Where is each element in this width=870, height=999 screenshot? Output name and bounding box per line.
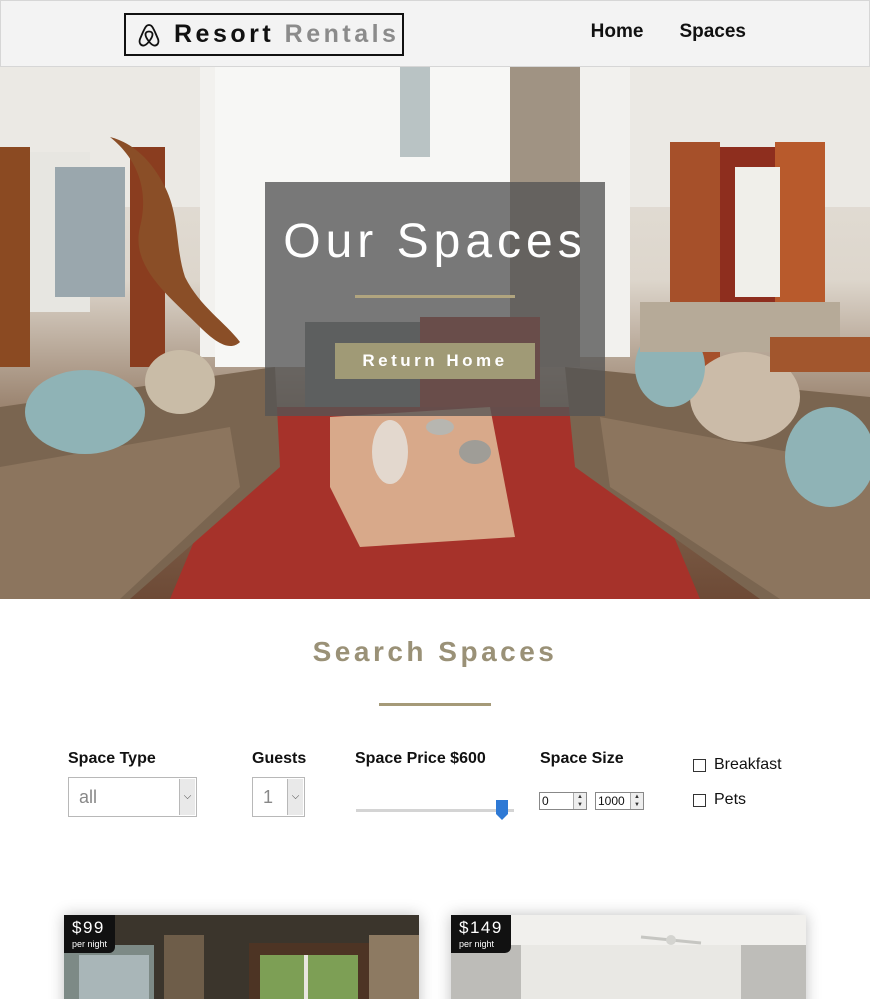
hero-divider	[355, 295, 515, 298]
max-size-value: 1000	[598, 794, 625, 808]
price-slider-track[interactable]	[356, 809, 514, 812]
min-size-value: 0	[542, 794, 549, 808]
checkbox-icon[interactable]	[693, 758, 706, 772]
checkbox-icon[interactable]	[693, 793, 706, 807]
price-amount: $99	[72, 918, 105, 937]
return-home-button[interactable]: Return Home	[335, 343, 535, 379]
space-size-label: Space Size	[540, 750, 624, 767]
spinner-icon[interactable]: ▲ ▼	[573, 793, 586, 809]
nav-spaces-link[interactable]: Spaces	[679, 21, 746, 43]
price-badge: $99 per night	[64, 915, 116, 953]
guests-value: 1	[263, 787, 274, 807]
airbnb-icon	[138, 23, 160, 46]
chevron-down-icon: ⌵	[179, 779, 195, 815]
hero-section: Our Spaces Return Home	[0, 67, 870, 599]
price-slider-thumb[interactable]	[496, 800, 508, 820]
hero-banner: Our Spaces Return Home	[265, 182, 605, 416]
breakfast-label: Breakfast	[714, 756, 782, 773]
guests-label: Guests	[252, 750, 307, 767]
price-period: per night	[72, 939, 108, 949]
price-badge: $149 per night	[451, 915, 511, 953]
site-header: Resort Rentals Home Spaces	[0, 0, 870, 67]
pets-checkbox[interactable]: Pets	[693, 791, 746, 809]
main-nav: Home Spaces	[591, 21, 746, 43]
hero-title: Our Spaces	[283, 215, 587, 268]
space-card[interactable]: $149 per night	[451, 915, 806, 999]
space-type-value: all	[79, 787, 98, 807]
min-size-input[interactable]: 0 ▲ ▼	[539, 792, 587, 810]
search-divider	[379, 703, 491, 706]
nav-home-link[interactable]: Home	[591, 21, 644, 43]
price-amount: $149	[459, 918, 503, 937]
pets-label: Pets	[714, 791, 747, 808]
logo-secondary: Rentals	[284, 20, 400, 48]
logo-primary: Resort	[174, 20, 275, 48]
guests-select[interactable]: 1 ⌵	[252, 777, 305, 817]
space-type-label: Space Type	[68, 750, 156, 767]
chevron-down-icon: ⌵	[287, 779, 303, 815]
spinner-icon[interactable]: ▲ ▼	[630, 793, 643, 809]
room-photo	[64, 915, 419, 999]
space-type-select[interactable]: all ⌵	[68, 777, 197, 817]
site-logo[interactable]: Resort Rentals	[124, 13, 404, 56]
logo-text: Resort Rentals	[174, 20, 399, 49]
space-card[interactable]: $99 per night	[64, 915, 419, 999]
space-price-label: Space Price $600	[355, 750, 486, 767]
search-title: Search Spaces	[312, 636, 558, 667]
price-period: per night	[459, 939, 495, 949]
max-size-input[interactable]: 1000 ▲ ▼	[595, 792, 644, 810]
breakfast-checkbox[interactable]: Breakfast	[693, 756, 782, 774]
